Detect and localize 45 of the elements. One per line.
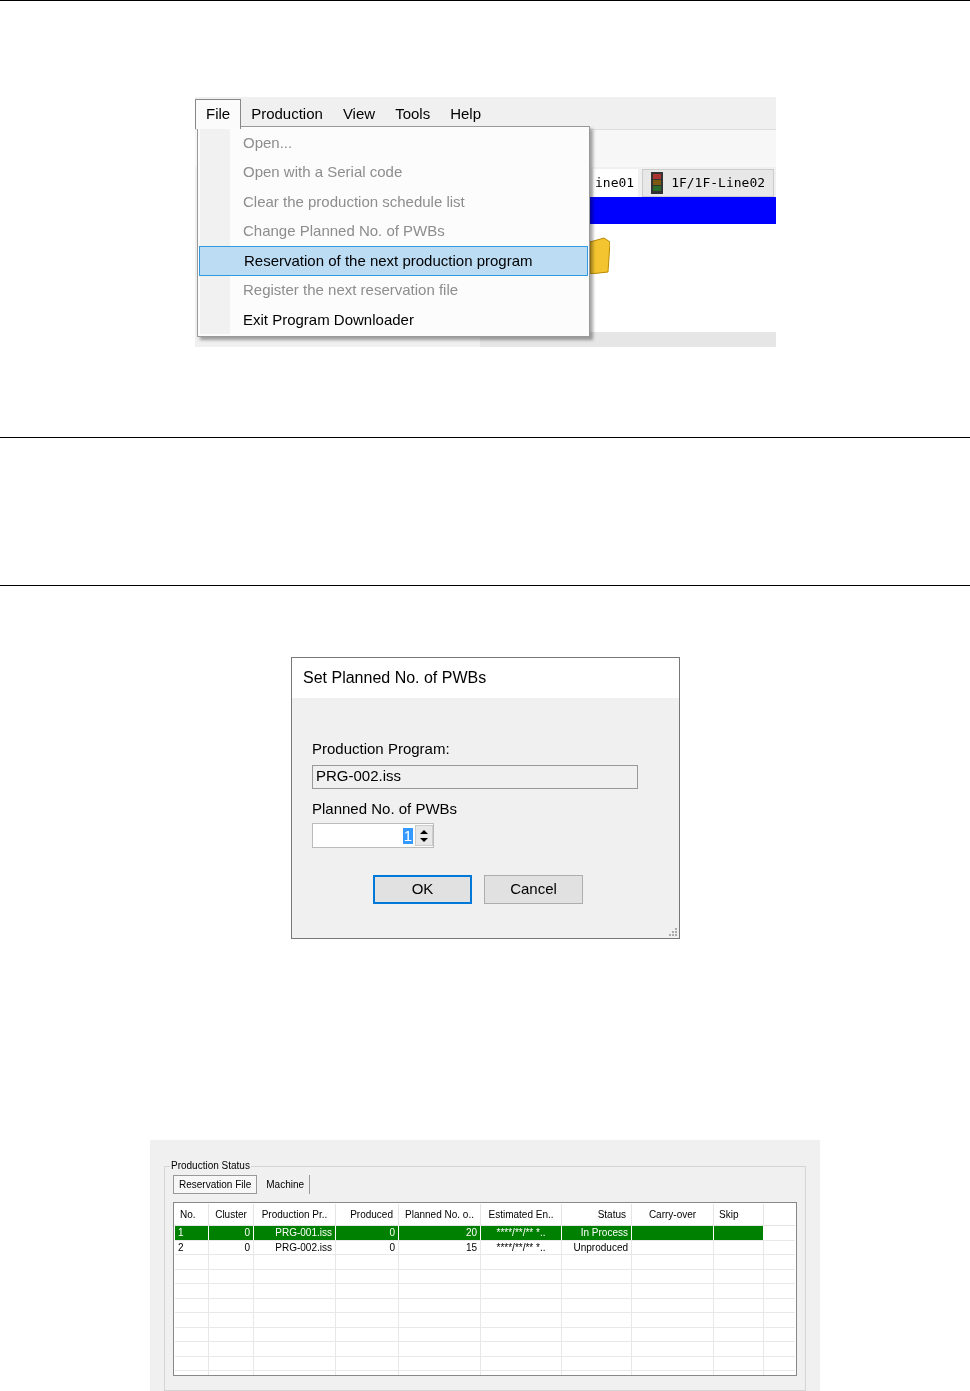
signal-tower-icon	[651, 172, 664, 194]
column-header[interactable]: Produced	[336, 1204, 399, 1225]
column-header[interactable]: Estimated En..	[481, 1204, 562, 1225]
menu-item[interactable]: View	[332, 99, 386, 129]
column-header[interactable]: Carry-over	[632, 1204, 714, 1225]
menu-item[interactable]: Help	[440, 99, 492, 129]
table-cell: PRG-001.iss	[254, 1226, 336, 1240]
dialog-button[interactable]: OK	[373, 875, 472, 904]
menu-item[interactable]: File	[195, 99, 242, 129]
menu-item[interactable]: Tools	[385, 99, 441, 129]
table-cell: 1	[175, 1226, 209, 1240]
table-cell: 0	[209, 1226, 254, 1240]
table-cell: 0	[336, 1226, 399, 1240]
line-tab[interactable]: 1F/1F-Line02	[642, 169, 775, 197]
table-cell: 15	[399, 1240, 481, 1254]
tab[interactable]: Reservation File	[173, 1175, 258, 1194]
column-header[interactable]: Planned No. o..	[399, 1204, 481, 1225]
dialog-button[interactable]: Cancel	[484, 875, 583, 904]
line-tab[interactable]: ine01	[593, 169, 639, 197]
table-cell: 0	[336, 1240, 399, 1254]
group-title: Production Status	[170, 1160, 251, 1172]
table-cell: ****/**/** *..	[481, 1226, 562, 1240]
column-header[interactable]: Production Pr..	[254, 1204, 336, 1225]
menu-item[interactable]: Reservation of the next production program	[199, 246, 588, 276]
menu-item[interactable]: Exit Program Downloader	[199, 305, 588, 335]
column-header[interactable]: No.	[175, 1204, 209, 1225]
column-header[interactable]: Cluster	[209, 1204, 254, 1225]
table-cell: In Process	[562, 1226, 632, 1240]
resize-grip-icon	[667, 926, 677, 936]
menu-item[interactable]: Production	[241, 99, 333, 129]
table-cell: PRG-002.iss	[254, 1240, 336, 1254]
input-field[interactable]: PRG-002.iss	[312, 764, 638, 789]
tab[interactable]: Machine	[261, 1175, 311, 1194]
table-cell: 20	[399, 1226, 481, 1240]
dialog-title: Set Planned No. of PWBs	[292, 658, 679, 698]
table-cell	[714, 1226, 764, 1240]
column-header[interactable]: Status	[562, 1204, 632, 1225]
table-cell: 0	[209, 1240, 254, 1254]
table-cell: Unproduced	[562, 1240, 632, 1254]
field-label: Planned No. of PWBs	[312, 798, 459, 819]
table-cell: ****/**/** *..	[481, 1240, 562, 1254]
column-header[interactable]: Skip	[714, 1204, 764, 1225]
field-label: Production Program:	[312, 739, 451, 759]
table-cell: 2	[175, 1240, 209, 1254]
spin-arrows-icon[interactable]	[419, 827, 429, 844]
